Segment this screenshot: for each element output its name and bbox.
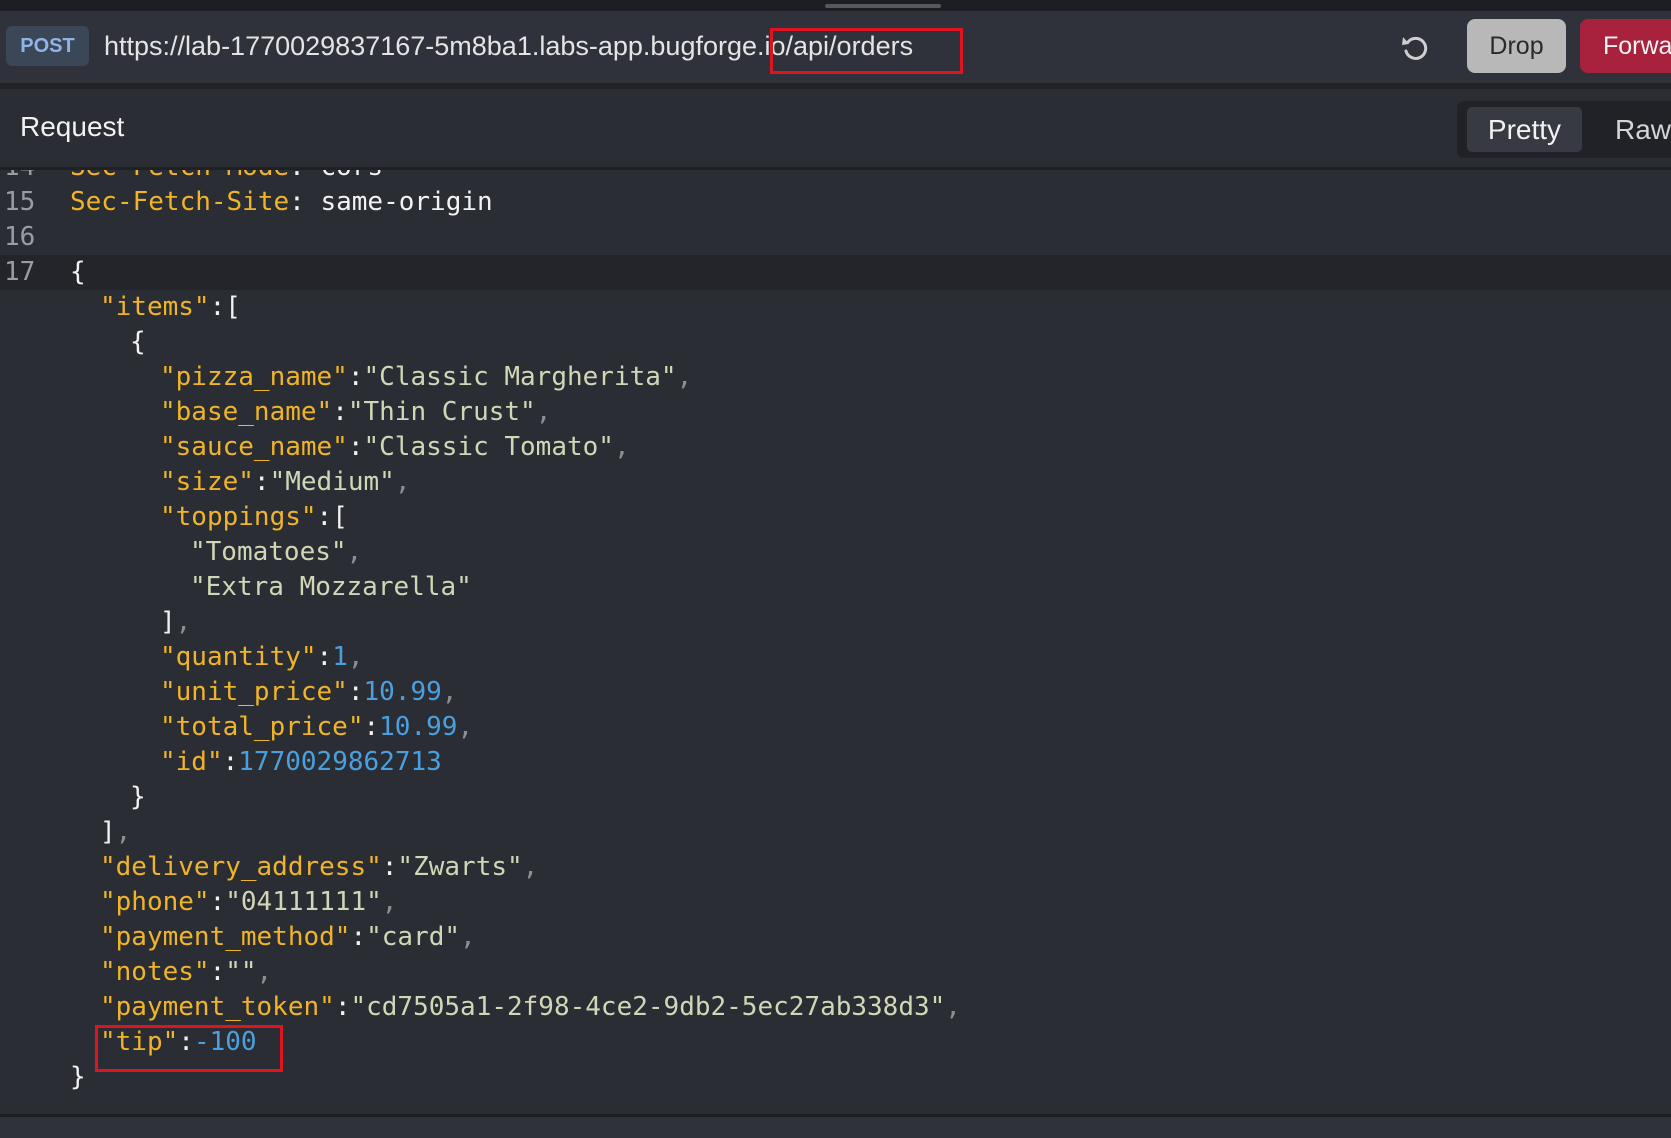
json-key: "quantity": [160, 642, 317, 672]
json-key: "items": [100, 292, 210, 322]
http-method-badge: POST: [6, 26, 89, 66]
json-line: "total_price":10.99,: [160, 712, 474, 742]
forward-button[interactable]: Forwa: [1580, 19, 1671, 73]
header-value: cors: [320, 170, 383, 182]
json-key: "toppings": [160, 502, 317, 532]
json-line: "notes":"",: [100, 957, 273, 987]
drag-handle[interactable]: [825, 4, 941, 8]
json-value: 10.99: [379, 712, 458, 742]
view-toggle: Pretty Raw: [1457, 101, 1671, 158]
json-line: "items":[: [100, 292, 241, 322]
code-line: 14 Sec-Fetch-Mode: cors: [0, 170, 1671, 185]
json-line: ],: [100, 817, 132, 847]
json-line: ],: [160, 607, 192, 637]
json-key: "phone": [100, 887, 210, 917]
json-value: 10.99: [363, 677, 442, 707]
json-line: "id":1770029862713: [160, 747, 442, 777]
json-value: "04111111": [225, 887, 382, 917]
json-line: "toppings":[: [160, 502, 348, 532]
json-value: "Tomatoes": [190, 537, 347, 567]
tip-highlight: [95, 1025, 283, 1072]
json-key: "payment_method": [100, 922, 351, 952]
line-number: 14: [4, 170, 35, 185]
line-number: 15: [4, 187, 36, 217]
json-line: }: [130, 782, 146, 812]
request-panel-header: Request Pretty Raw: [0, 89, 1671, 167]
refresh-icon[interactable]: [1400, 33, 1430, 63]
json-value: "Extra Mozzarella": [190, 572, 472, 602]
json-value: "cd7505a1-2f98-4ce2-9db2-5ec27ab338d3": [350, 992, 946, 1022]
json-value: 1: [332, 642, 348, 672]
json-key: "payment_token": [100, 992, 335, 1022]
json-key: "unit_price": [160, 677, 348, 707]
panel-title: Request: [20, 111, 125, 142]
code-line: 15 Sec-Fetch-Site: same-origin: [0, 185, 1671, 220]
json-line: "Extra Mozzarella": [0, 570, 1671, 605]
window-top-strip: [0, 0, 1671, 11]
json-line: "delivery_address":"Zwarts",: [100, 852, 539, 882]
json-key: "notes": [100, 957, 210, 987]
json-key: "base_name": [160, 397, 333, 427]
code-line-active: 17 {: [0, 255, 1671, 290]
json-line: "Tomatoes",: [190, 537, 363, 567]
json-line: "base_name":"Thin Crust",: [160, 397, 552, 427]
json-key: "sauce_name": [160, 432, 348, 462]
json-key: "total_price": [160, 712, 364, 742]
json-line: {: [130, 327, 146, 357]
json-line: "payment_method":"card",: [100, 922, 476, 952]
json-key: "size": [160, 467, 254, 497]
json-line: "sauce_name":"Classic Tomato",: [160, 432, 630, 462]
json-line: "phone":"04111111",: [100, 887, 398, 917]
json-value: "card": [366, 922, 461, 952]
json-value: 1770029862713: [238, 747, 442, 777]
drop-button[interactable]: Drop: [1467, 19, 1566, 73]
json-line: "unit_price":10.99,: [160, 677, 458, 707]
header-name: Sec-Fetch-Site: [70, 187, 290, 217]
json-key: "delivery_address": [100, 852, 382, 882]
header-name: Sec-Fetch-Mode: [70, 170, 289, 182]
json-key: "id": [160, 747, 223, 777]
json-value: "Classic Tomato": [363, 432, 614, 462]
header-value: same-origin: [320, 187, 493, 217]
tab-raw[interactable]: Raw: [1615, 107, 1671, 152]
line-number: 16: [4, 222, 36, 252]
json-line: "size":"Medium",: [160, 467, 411, 497]
json-value: "": [225, 957, 257, 987]
json-line: "pizza_name":"Classic Margherita",: [160, 362, 693, 392]
json-value: "Medium": [269, 467, 395, 497]
json-key: "pizza_name": [160, 362, 348, 392]
json-value: "Thin Crust": [347, 397, 536, 427]
url-path-highlight: [770, 28, 963, 74]
json-value: "Zwarts": [397, 852, 523, 882]
json-line: "quantity":1,: [160, 642, 364, 672]
bottom-bar: [0, 1114, 1671, 1138]
tab-pretty[interactable]: Pretty: [1467, 107, 1582, 152]
request-body-editor[interactable]: 14 Sec-Fetch-Mode: cors 15 Sec-Fetch-Sit…: [0, 170, 1671, 1114]
code-line: 16: [0, 220, 1671, 255]
json-line: "payment_token":"cd7505a1-2f98-4ce2-9db2…: [100, 992, 961, 1022]
json-value: "Classic Margherita": [363, 362, 677, 392]
line-number: 17: [4, 257, 36, 287]
